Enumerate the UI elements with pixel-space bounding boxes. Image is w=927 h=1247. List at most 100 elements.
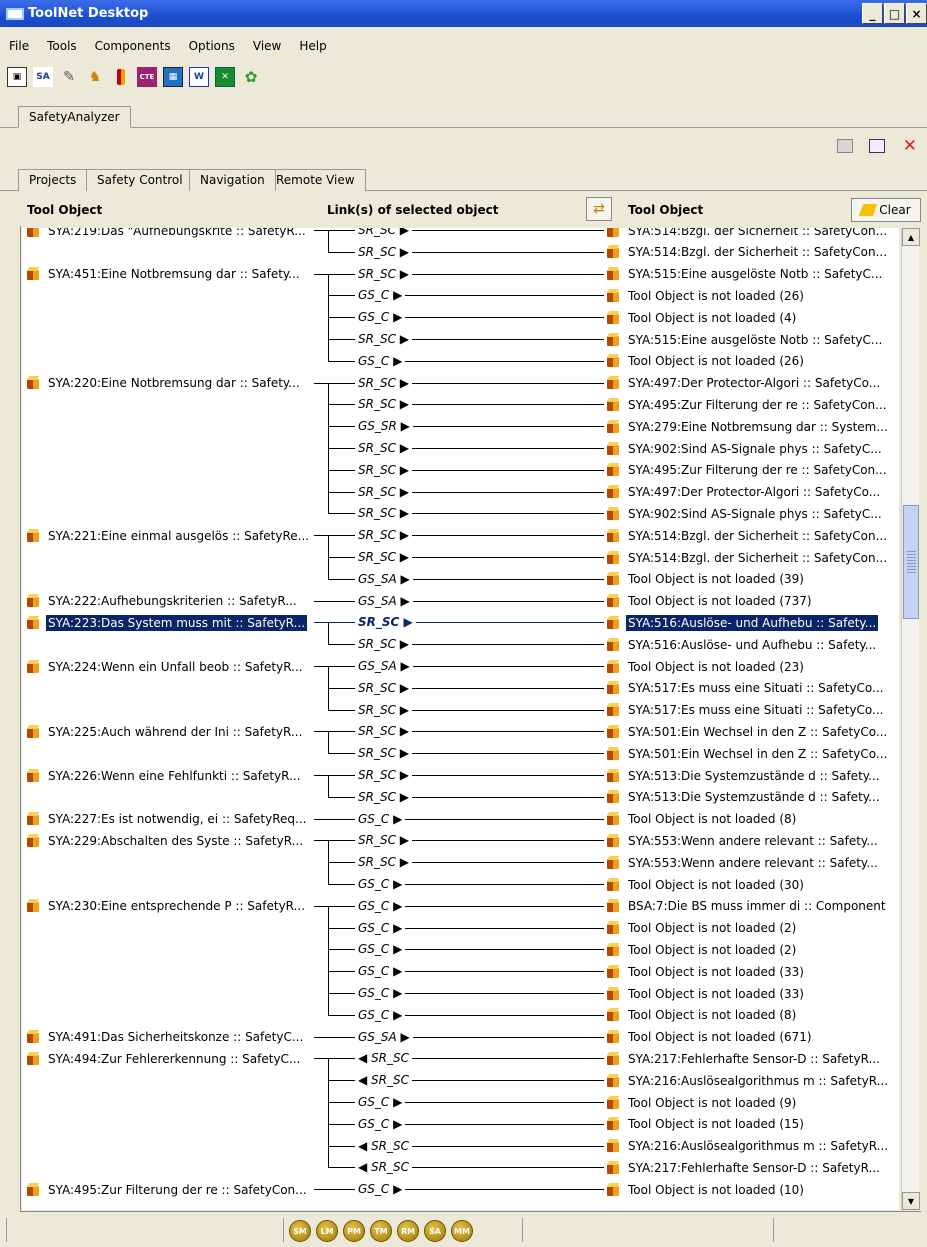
right-tool-object[interactable]: SYA:497:Der Protector-Algori :: SafetyCo… — [606, 373, 899, 394]
table-row[interactable]: SYA:230:Eine entsprechende P :: SafetyR.… — [22, 896, 899, 917]
link-label[interactable]: GS_C ▶ — [355, 1181, 406, 1199]
right-tool-object[interactable]: Tool Object is not loaded (33) — [606, 961, 899, 982]
right-tool-object[interactable]: Tool Object is not loaded (2) — [606, 918, 899, 939]
link-label[interactable]: GS_SA ▶ — [355, 1028, 413, 1046]
link-label[interactable]: SR_SC ▶ — [355, 527, 412, 545]
table-row[interactable]: SYA:219:Das "Aufhebungskrite :: SafetyR.… — [22, 228, 899, 241]
link-label[interactable]: SR_SC ▶ — [355, 832, 412, 850]
right-tool-object[interactable]: BSA:7:Die BS muss immer di :: Component — [606, 896, 899, 917]
left-tool-object[interactable]: SYA:220:Eine Notbremsung dar :: Safety..… — [24, 373, 324, 394]
link-label[interactable]: ◀ SR_SC — [355, 1137, 412, 1155]
right-tool-object[interactable]: Tool Object is not loaded (10) — [606, 1179, 899, 1200]
person-icon[interactable]: ♞ — [85, 67, 105, 87]
right-tool-object[interactable]: Tool Object is not loaded (33) — [606, 983, 899, 1004]
link-label[interactable]: GS_SA ▶ — [355, 658, 413, 675]
table-row[interactable]: SR_SC ▶ SYA:495:Zur Filterung der re :: S… — [22, 394, 899, 415]
table-row[interactable]: SR_SC ▶ SYA:495:Zur Filterung der re :: S… — [22, 460, 899, 481]
link-label[interactable]: SR_SC ▶ — [355, 636, 412, 654]
table-row[interactable]: SYA:224:Wenn ein Unfall beob :: SafetyR.… — [22, 656, 899, 677]
link-label[interactable]: GS_C ▶ — [355, 897, 406, 915]
table-row[interactable]: SYA:223:Das System muss mit :: SafetyR..… — [22, 612, 899, 633]
link-label[interactable]: GS_C ▶ — [355, 941, 406, 959]
table-row[interactable]: SR_SC ▶ SYA:501:Ein Wechsel in den Z :: S… — [22, 743, 899, 764]
excel-icon[interactable]: ✕ — [215, 67, 235, 87]
module-badge-sa[interactable]: SA — [424, 1220, 446, 1242]
right-tool-object[interactable]: SYA:279:Eine Notbremsung dar :: System..… — [606, 416, 899, 437]
undock-icon[interactable] — [868, 139, 885, 153]
left-tool-object[interactable]: SYA:491:Das Sicherheitskonze :: SafetyC.… — [24, 1027, 324, 1048]
right-tool-object[interactable]: SYA:516:Auslöse- und Aufhebu :: Safety..… — [606, 612, 899, 633]
right-tool-object[interactable]: SYA:517:Es muss eine Situati :: SafetyCo… — [606, 700, 899, 721]
link-label[interactable]: SR_SC ▶ — [355, 854, 412, 872]
link-label[interactable]: SR_SC ▶ — [355, 461, 412, 479]
right-tool-object[interactable]: Tool Object is not loaded (8) — [606, 809, 899, 830]
module-badge-pm[interactable]: PM — [343, 1220, 365, 1242]
table-row[interactable]: ◀ SR_SC SYA:217:Fehlerhafte Sensor-D :: S… — [22, 1157, 899, 1178]
table-row[interactable]: GS_C ▶ Tool Object is not loaded (15) — [22, 1114, 899, 1135]
left-tool-object[interactable]: SYA:451:Eine Notbremsung dar :: Safety..… — [24, 264, 324, 285]
right-tool-object[interactable]: SYA:902:Sind AS-Signale phys :: SafetyC.… — [606, 503, 899, 524]
left-tool-object[interactable]: SYA:225:Auch während der Ini :: SafetyR.… — [24, 721, 324, 742]
table-row[interactable]: SYA:222:Aufhebungskriterien :: SafetyR..… — [22, 591, 899, 612]
link-label[interactable]: SR_SC ▶ — [355, 396, 412, 414]
right-tool-object[interactable]: SYA:495:Zur Filterung der re :: SafetyCo… — [606, 460, 899, 481]
right-tool-object[interactable]: SYA:495:Zur Filterung der re :: SafetyCo… — [606, 394, 899, 415]
right-tool-object[interactable]: SYA:553:Wenn andere relevant :: Safety..… — [606, 830, 899, 851]
table-row[interactable]: SYA:451:Eine Notbremsung dar :: Safety..… — [22, 264, 899, 285]
link-label[interactable]: GS_SR ▶ — [355, 418, 413, 436]
right-tool-object[interactable]: Tool Object is not loaded (23) — [606, 656, 899, 677]
flower-icon[interactable]: ✿ — [241, 67, 261, 87]
table-row[interactable]: GS_C ▶ Tool Object is not loaded (33) — [22, 983, 899, 1004]
link-label[interactable]: SR_SC ▶ — [355, 228, 412, 239]
link-label[interactable]: GS_C ▶ — [355, 919, 406, 937]
table-row[interactable]: GS_C ▶ Tool Object is not loaded (26) — [22, 285, 899, 306]
link-label[interactable]: GS_SA ▶ — [355, 592, 413, 610]
table-row[interactable]: SYA:221:Eine einmal ausgelös :: SafetyRe… — [22, 525, 899, 546]
menu-file[interactable]: File — [0, 39, 38, 53]
table-row[interactable]: SR_SC ▶ SYA:514:Bzgl. der Sicherheit :: S… — [22, 242, 899, 263]
link-label[interactable]: SR_SC ▶ — [355, 505, 412, 523]
left-tool-object[interactable]: SYA:227:Es ist notwendig, ei :: SafetyRe… — [24, 809, 324, 830]
right-tool-object[interactable]: Tool Object is not loaded (8) — [606, 1005, 899, 1026]
link-label[interactable]: SR_SC ▶ — [355, 549, 412, 566]
left-tool-object[interactable]: SYA:230:Eine entsprechende P :: SafetyR.… — [24, 896, 324, 917]
scroll-thumb[interactable] — [903, 505, 919, 619]
right-tool-object[interactable]: SYA:514:Bzgl. der Sicherheit :: SafetyCo… — [606, 228, 899, 241]
module-badge-lm[interactable]: LM — [316, 1220, 338, 1242]
link-label[interactable]: GS_C ▶ — [355, 810, 406, 828]
sa-icon[interactable]: SA — [33, 67, 53, 87]
link-label[interactable]: SR_SC ▶ — [355, 265, 412, 283]
right-tool-object[interactable]: SYA:217:Fehlerhafte Sensor-D :: SafetyR.… — [606, 1048, 899, 1069]
menu-options[interactable]: Options — [180, 39, 244, 53]
right-tool-object[interactable]: SYA:902:Sind AS-Signale phys :: SafetyC.… — [606, 438, 899, 459]
left-tool-object[interactable]: SYA:494:Zur Fehlererkennung :: SafetyC..… — [24, 1048, 324, 1069]
link-label[interactable]: GS_C ▶ — [355, 309, 406, 327]
word-icon[interactable]: W — [189, 67, 209, 87]
maximize-button[interactable]: □ — [884, 3, 905, 24]
left-tool-object[interactable]: SYA:222:Aufhebungskriterien :: SafetyR..… — [24, 591, 324, 612]
right-tool-object[interactable]: SYA:217:Fehlerhafte Sensor-D :: SafetyR.… — [606, 1157, 899, 1178]
right-tool-object[interactable]: Tool Object is not loaded (30) — [606, 874, 899, 895]
right-tool-object[interactable]: SYA:501:Ein Wechsel in den Z :: SafetyCo… — [606, 743, 899, 764]
right-tool-object[interactable]: SYA:515:Eine ausgelöste Notb :: SafetyC.… — [606, 264, 899, 285]
right-tool-object[interactable]: SYA:513:Die Systemzustände d :: Safety..… — [606, 765, 899, 786]
left-tool-object[interactable]: SYA:219:Das "Aufhebungskrite :: SafetyR.… — [24, 228, 324, 241]
right-tool-object[interactable]: Tool Object is not loaded (26) — [606, 351, 899, 372]
right-tool-object[interactable]: SYA:216:Auslösealgorithmus m :: SafetyR.… — [606, 1070, 899, 1091]
right-tool-object[interactable]: Tool Object is not loaded (671) — [606, 1027, 899, 1048]
table-row[interactable]: SYA:227:Es ist notwendig, ei :: SafetyRe… — [22, 809, 899, 830]
tab-navigation[interactable]: Navigation — [189, 169, 276, 191]
right-tool-object[interactable]: Tool Object is not loaded (2) — [606, 939, 899, 960]
table-row[interactable]: SYA:220:Eine Notbremsung dar :: Safety..… — [22, 373, 899, 394]
right-tool-object[interactable]: SYA:497:Der Protector-Algori :: SafetyCo… — [606, 482, 899, 503]
close-button[interactable]: × — [906, 3, 927, 24]
tab-remote-view[interactable]: Remote View — [265, 169, 366, 191]
swap-button[interactable]: ⇄ — [586, 197, 612, 221]
link-label[interactable]: SR_SC ▶ — [355, 701, 412, 719]
vertical-scrollbar[interactable]: ▲ ▼ — [901, 228, 920, 1210]
right-tool-object[interactable]: SYA:553:Wenn andere relevant :: Safety..… — [606, 852, 899, 873]
left-tool-object[interactable]: SYA:223:Das System muss mit :: SafetyR..… — [24, 612, 324, 633]
right-tool-object[interactable]: SYA:501:Ein Wechsel in den Z :: SafetyCo… — [606, 721, 899, 742]
link-label[interactable]: SR_SC ▶ — [355, 440, 412, 457]
module-badge-tm[interactable]: TM — [370, 1220, 392, 1242]
